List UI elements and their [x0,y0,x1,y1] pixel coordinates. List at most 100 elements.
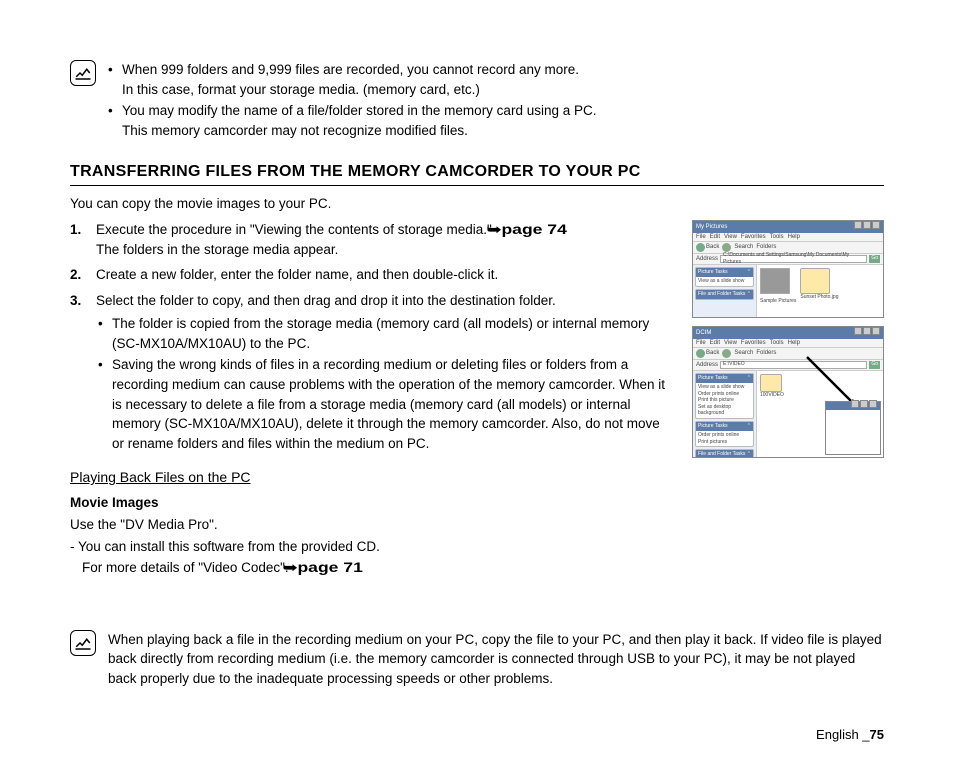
maximize-icon [860,400,868,408]
maximize-icon [863,221,871,229]
collapse-icon: ⌃ [747,451,751,458]
win2-menubar: File Edit View Favorites Tools Help [693,339,883,348]
win1-menubar: File Edit View Favorites Tools Help [693,233,883,242]
back-button: Back [696,243,719,252]
folder-icon [800,268,830,294]
close-icon [872,221,880,229]
folder-item: 100VIDEO [760,374,784,399]
note2-body: When playing back a file in the recordin… [108,630,884,689]
maximize-icon [863,327,871,335]
step1-sub: The folders in the storage media appear. [96,240,674,260]
movie-line3: For more details of "Video Codec". ➥page… [70,558,674,578]
step3-text: Select the folder to copy, and then drag… [96,293,556,308]
collapse-icon: ⌃ [747,375,751,382]
win2-sidepanel: Picture Tasks ⌃ View as a slide show Orde… [693,371,757,458]
addr-label: Address [696,255,718,264]
collapse-icon: ⌃ [747,269,751,276]
addr-label: Address [696,361,718,370]
movie-line3-text: For more details of "Video Codec". [82,560,292,575]
folders-label: Folders [756,349,776,358]
addr-input: C:\Documents and Settings\Samsung\My Doc… [720,255,867,263]
win2-menu-file: File [696,339,706,348]
win1-title: My Pictures [696,223,727,232]
win2-titlebar: DCIM [693,327,883,339]
footer-lang: English [816,727,862,742]
page-footer: English _75 [816,726,884,745]
win2-panel1: Picture Tasks ⌃ View as a slide show Orde… [695,373,754,419]
win1-titlebar: My Pictures [693,221,883,233]
win2-menu-edit: Edit [710,339,720,348]
page-ref-74: ➥page 74 [486,220,566,240]
collapse-icon: ⌃ [747,291,751,298]
search-button: Search [734,243,753,252]
folder-cap: 100VIDEO [760,392,784,399]
win2-menu-view: View [724,339,737,348]
thumbnail-icon [760,268,790,294]
screenshot-dcim: DCIM File Edit View Favorites Tools Help… [692,326,884,458]
step2-num: 2. [70,265,81,285]
win1-menu-help: Help [788,233,800,242]
section-heading: TRANSFERRING FILES FROM THE MEMORY CAMCO… [70,160,884,186]
win2-menu-tools: Tools [770,339,784,348]
win2-window-buttons [853,327,880,339]
screenshot-my-pictures: My Pictures File Edit View Favorites Too… [692,220,884,318]
win2-panel2: Picture Tasks⌃ Order prints online Print… [695,421,754,447]
collapse-icon: ⌃ [747,423,751,430]
note-icon [70,60,96,86]
close-icon [872,327,880,335]
win1-menu-tools: Tools [770,233,784,242]
step3-num: 3. [70,291,81,311]
thumb-folder: Sunset Photo.jpg [800,268,838,301]
win2-t6: Print pictures [698,439,751,446]
minimize-icon [854,221,862,229]
thumb2-cap: Sunset Photo.jpg [800,294,838,301]
win1-menu-edit: Edit [710,233,720,242]
step-3: 3. Select the folder to copy, and then d… [70,291,674,454]
overlay-window [825,401,881,455]
note-icon [70,630,96,656]
note1-bullet2: You may modify the name of a file/folder… [108,101,596,140]
go-button: Go [869,361,880,369]
intro-text: You can copy the movie images to your PC… [70,194,884,214]
back-icon [696,349,705,358]
folders-label: Folders [756,243,776,252]
win1-window-buttons [853,221,880,233]
win2-panel1-title: Picture Tasks [698,375,728,382]
back-icon [696,243,705,252]
subheading-playback: Playing Back Files on the PC [70,467,674,487]
win1-main-pane: Sample Pictures Sunset Photo.jpg [757,265,883,318]
back-button: Back [696,349,719,358]
thumb1-cap: Sample Pictures [760,298,796,305]
win1-panel1-title: Picture Tasks [698,269,728,276]
content-row: 1. Execute the procedure in "Viewing the… [70,220,884,580]
footer-sep: _ [862,727,869,742]
note1-line2: You may modify the name of a file/folder… [122,103,596,118]
folder-icon [760,374,782,392]
win2-menu-fav: Favorites [741,339,766,348]
movie-images-label: Movie Images [70,493,674,513]
win1-panel-file-tasks: File and Folder Tasks⌃ [695,289,754,300]
overlay-content [826,410,880,454]
content-text: 1. Execute the procedure in "Viewing the… [70,220,674,580]
step1-text: Execute the procedure in "Viewing the co… [96,222,496,237]
movie-line1: Use the "DV Media Pro". [70,515,674,535]
win1-sidepanel: Picture Tasks ⌃ View as a slide show File… [693,265,757,318]
win1-task1: View as a slide show [696,277,753,286]
search-button: Search [734,349,753,358]
win2-panel1-body: View as a slide show Order prints online… [696,383,753,418]
step3-bullets: The folder is copied from the storage me… [96,314,674,453]
win1-panel-picture-tasks: Picture Tasks ⌃ View as a slide show [695,267,754,287]
close-icon [869,400,877,408]
note-block-bottom: When playing back a file in the recordin… [70,630,884,689]
minimize-icon [851,400,859,408]
win2-title: DCIM [696,329,711,338]
note1-bullet1: When 999 folders and 9,999 files are rec… [108,60,596,99]
go-button: Go [869,255,880,263]
addr-input: E:\VIDEO [720,361,867,369]
back-label: Back [706,243,719,252]
win1-address-bar: Address C:\Documents and Settings\Samsun… [693,254,883,265]
note-block-top: When 999 folders and 9,999 files are rec… [70,60,884,142]
win1-panel2-title: File and Folder Tasks [698,291,745,298]
win2-panel3: File and Folder Tasks⌃ [695,449,754,458]
screenshot-column: My Pictures File Edit View Favorites Too… [692,220,884,580]
